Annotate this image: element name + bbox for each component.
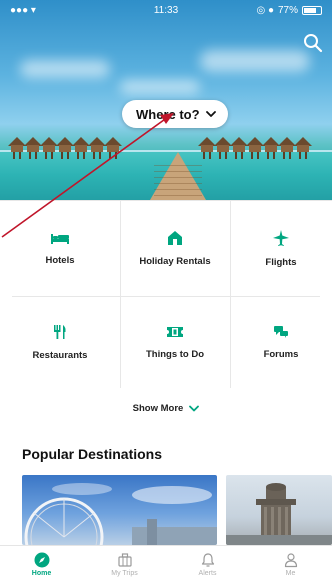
category-label: Holiday Rentals bbox=[139, 255, 211, 267]
where-to-button[interactable]: Where to? bbox=[122, 100, 228, 128]
bungalow-row-left bbox=[8, 137, 122, 159]
category-grid: Hotels Holiday Rentals Flights Restauran… bbox=[0, 200, 332, 388]
chat-bubbles-icon bbox=[274, 325, 288, 338]
category-flights[interactable]: Flights bbox=[230, 200, 332, 296]
destination-photo bbox=[24, 483, 217, 545]
boardwalk-planks bbox=[154, 160, 202, 200]
chevron-down-icon bbox=[189, 405, 200, 411]
category-label: Forums bbox=[263, 348, 299, 360]
category-label: Restaurants bbox=[32, 349, 88, 361]
tab-label: Home bbox=[31, 570, 52, 577]
battery-icon bbox=[302, 6, 322, 15]
category-label: Things to Do bbox=[145, 348, 205, 360]
suitcase-icon bbox=[117, 553, 132, 567]
cloud bbox=[200, 50, 310, 72]
chevron-down-icon bbox=[205, 111, 216, 117]
house-icon bbox=[168, 230, 182, 245]
tab-label: Me bbox=[285, 570, 296, 577]
bell-icon bbox=[201, 553, 214, 567]
destination-card[interactable] bbox=[22, 475, 217, 545]
cloud bbox=[120, 80, 200, 94]
tab-bar: Home My Trips Alerts Me bbox=[0, 545, 332, 583]
category-label: Flights bbox=[265, 256, 297, 268]
category-label: Hotels bbox=[45, 254, 75, 266]
destination-photo bbox=[226, 483, 332, 545]
tab-label: Alerts bbox=[198, 570, 217, 577]
bed-icon bbox=[51, 233, 69, 244]
section-title: Popular Destinations bbox=[22, 446, 163, 462]
category-hotels[interactable]: Hotels bbox=[0, 200, 120, 296]
fork-knife-icon bbox=[54, 324, 66, 339]
compass-icon bbox=[34, 552, 49, 568]
tab-label: My Trips bbox=[111, 570, 138, 577]
where-to-label: Where to? bbox=[136, 106, 200, 122]
tab-my-trips[interactable]: My Trips bbox=[83, 546, 166, 583]
status-right: ◎ ● 77% bbox=[256, 5, 322, 16]
search-icon bbox=[304, 34, 323, 53]
bungalow-row-right bbox=[198, 137, 312, 159]
person-icon bbox=[284, 553, 297, 568]
category-restaurants[interactable]: Restaurants bbox=[0, 296, 120, 388]
category-things-to-do[interactable]: Things to Do bbox=[120, 296, 230, 388]
tab-me[interactable]: Me bbox=[249, 546, 332, 583]
category-holiday-rentals[interactable]: Holiday Rentals bbox=[120, 200, 230, 296]
status-indicators: ◎ ● bbox=[256, 5, 274, 16]
tab-home[interactable]: Home bbox=[0, 546, 83, 583]
cloud bbox=[20, 60, 110, 78]
status-bar: ●●● ▾ 11:33 ◎ ● 77% bbox=[0, 0, 332, 20]
show-more-button[interactable]: Show More bbox=[0, 398, 332, 418]
plane-icon bbox=[273, 229, 289, 246]
search-button[interactable] bbox=[302, 32, 324, 54]
tab-alerts[interactable]: Alerts bbox=[166, 546, 249, 583]
battery-percent: 77% bbox=[277, 5, 298, 16]
category-forums[interactable]: Forums bbox=[230, 296, 332, 388]
ticket-icon bbox=[167, 326, 183, 337]
show-more-label: Show More bbox=[132, 402, 184, 414]
destination-card[interactable] bbox=[226, 475, 332, 545]
